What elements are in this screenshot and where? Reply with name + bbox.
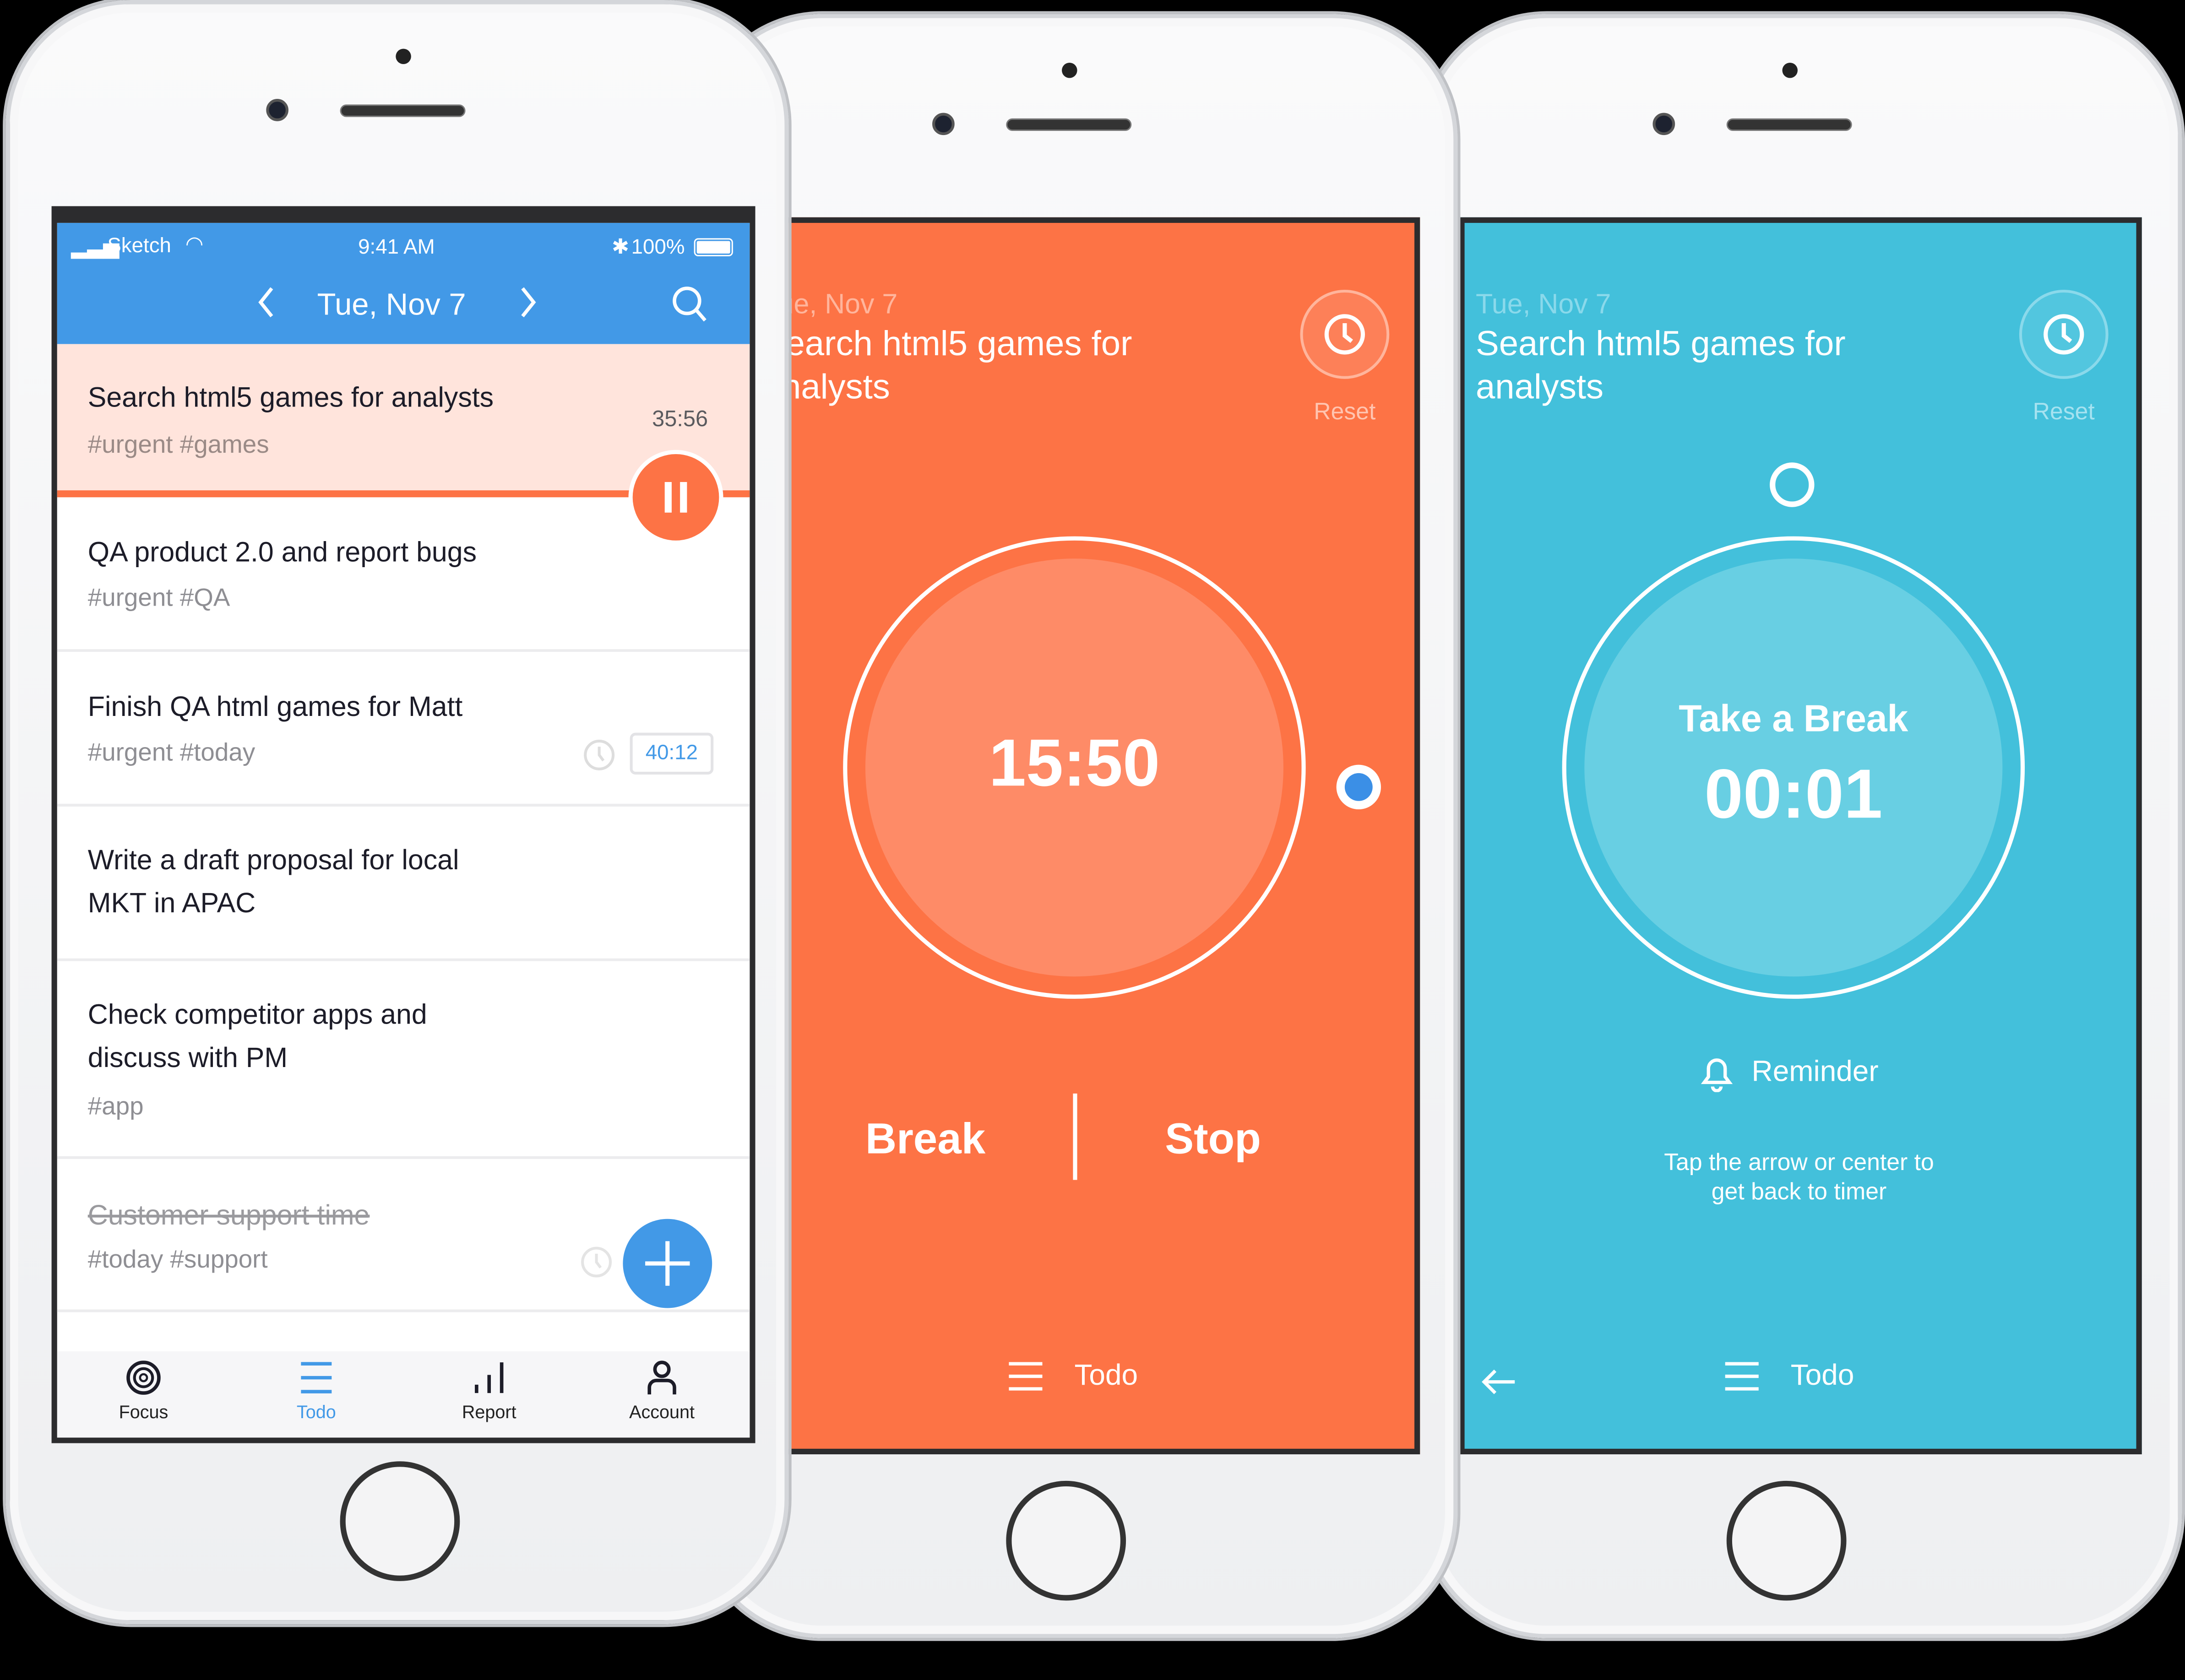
phone-1: ▂▃▅ Sketch ◠ 9:41 AM ✱ 100% Tue, Nov 7 S… — [5, 0, 789, 1625]
todo-button[interactable]: Todo — [1007, 1360, 1138, 1393]
task-title: Search html5 games for analysts — [1475, 325, 1846, 407]
task-timer: 35:56 — [652, 408, 708, 432]
task-title: Check competitor apps and discuss with P… — [87, 1000, 427, 1074]
home-button[interactable] — [1726, 1480, 1847, 1601]
pause-icon — [664, 482, 687, 513]
reset-button[interactable] — [2019, 289, 2109, 379]
task-title: QA product 2.0 and report bugs — [87, 537, 477, 569]
tab-account[interactable]: Account — [576, 1351, 748, 1422]
todo-screen: ▂▃▅ Sketch ◠ 9:41 AM ✱ 100% Tue, Nov 7 S… — [51, 206, 756, 1443]
reset-label: Reset — [2033, 398, 2095, 425]
sensor — [396, 49, 411, 64]
back-arrow-icon[interactable] — [1478, 1365, 1520, 1398]
task-tags: #urgent #QA — [87, 584, 230, 612]
break-timer: 00:01 — [1704, 755, 1883, 833]
focus-timer: 15:50 — [989, 727, 1160, 801]
clock-icon — [2044, 314, 2084, 355]
tab-report[interactable]: Report — [403, 1351, 576, 1422]
front-camera — [266, 99, 288, 121]
break-screen: Tue, Nov 7 Search html5 games for analys… — [1459, 217, 2142, 1454]
task-title: Write a draft proposal for local MKT in … — [87, 845, 459, 920]
speaker — [340, 104, 466, 117]
break-button[interactable]: Break — [865, 1114, 985, 1165]
todo-button[interactable]: Todo — [1724, 1360, 1854, 1393]
tab-bar: Focus Todo Report Account — [57, 1351, 750, 1438]
clock-icon[interactable] — [580, 1246, 613, 1279]
task-estimate[interactable]: 40:12 — [630, 732, 714, 775]
tab-focus[interactable]: Focus — [57, 1351, 230, 1422]
arrow-handle[interactable] — [1770, 462, 1815, 507]
task-tags: #urgent #today — [87, 738, 255, 766]
sensor — [1782, 62, 1798, 78]
task-item[interactable]: Check competitor apps and discuss with P… — [57, 961, 750, 1159]
date-label: Tue, Nov 7 — [1475, 289, 1611, 320]
reset-label: Reset — [1314, 398, 1376, 425]
list-icon — [301, 1362, 332, 1393]
phone-2: Tue, Nov 7 Search html5 games for analys… — [696, 14, 1458, 1638]
timer-dial[interactable]: 15:50 — [843, 536, 1306, 999]
bar-chart-icon — [475, 1362, 504, 1393]
search-icon[interactable] — [670, 284, 709, 323]
divider — [1073, 1093, 1077, 1180]
task-title: Search html5 games for analysts — [762, 325, 1132, 407]
tab-label: Report — [462, 1401, 516, 1423]
carrier-label: Sketch — [107, 234, 171, 258]
break-dial[interactable]: Take a Break 00:01 — [1562, 536, 2025, 999]
prev-day-icon[interactable] — [255, 286, 277, 319]
focus-timer-screen: Tue, Nov 7 Search html5 games for analys… — [734, 217, 1420, 1454]
phone-3: Tue, Nov 7 Search html5 games for analys… — [1421, 14, 2182, 1638]
reset-button[interactable] — [1300, 289, 1390, 379]
sensor — [1062, 62, 1077, 78]
tab-label: Todo — [296, 1401, 336, 1423]
task-item[interactable]: Finish QA html games for Matt #urgent #t… — [57, 652, 750, 807]
speaker — [1006, 118, 1132, 131]
status-bar: ▂▃▅ Sketch ◠ 9:41 AM ✱ 100% — [71, 233, 740, 262]
bluetooth-icon: ✱ — [612, 235, 630, 260]
wifi-icon: ◠ — [185, 233, 204, 256]
task-tags: #today #support — [87, 1245, 268, 1274]
stop-button[interactable]: Stop — [1165, 1114, 1261, 1165]
task-tags: #urgent #games — [87, 430, 269, 459]
home-button[interactable] — [340, 1461, 460, 1581]
add-task-button[interactable] — [623, 1219, 712, 1308]
home-button[interactable] — [1006, 1480, 1126, 1601]
user-icon — [647, 1360, 676, 1395]
app-header: ▂▃▅ Sketch ◠ 9:41 AM ✱ 100% Tue, Nov 7 — [57, 222, 750, 344]
todo-label: Todo — [1074, 1360, 1138, 1392]
plus-icon — [645, 1241, 690, 1286]
status-time: 9:41 AM — [358, 235, 435, 260]
front-camera — [932, 113, 955, 135]
task-title: Search html5 games for analysts — [87, 383, 494, 414]
battery-icon — [694, 238, 733, 256]
date-title: Tue, Nov 7 — [317, 287, 466, 322]
break-title: Take a Break — [1679, 698, 1908, 740]
timer-handle[interactable] — [1336, 764, 1381, 810]
task-title: Customer support time — [87, 1201, 370, 1232]
reminder-label: Reminder — [1751, 1056, 1879, 1088]
task-item[interactable]: Write a draft proposal for local MKT in … — [57, 806, 750, 961]
task-tags: #app — [87, 1092, 144, 1120]
pause-button[interactable] — [628, 450, 723, 545]
tab-todo[interactable]: Todo — [230, 1351, 402, 1422]
hint-text: Tap the arrow or center to get back to t… — [1664, 1149, 1934, 1205]
front-camera — [1652, 113, 1675, 135]
reminder-button[interactable]: Reminder — [1699, 1053, 1879, 1092]
todo-label: Todo — [1790, 1360, 1854, 1392]
tab-label: Account — [629, 1401, 695, 1423]
clock-icon — [1324, 314, 1365, 355]
clock-icon[interactable] — [582, 738, 616, 772]
speaker — [1726, 118, 1852, 131]
tab-label: Focus — [119, 1401, 168, 1423]
target-icon — [126, 1360, 161, 1395]
list-icon — [1725, 1362, 1759, 1391]
battery-label: 100% — [631, 235, 685, 260]
bell-icon — [1701, 1058, 1733, 1092]
next-day-icon[interactable] — [517, 286, 539, 319]
list-icon — [1009, 1362, 1043, 1391]
task-title: Finish QA html games for Matt — [87, 692, 463, 723]
